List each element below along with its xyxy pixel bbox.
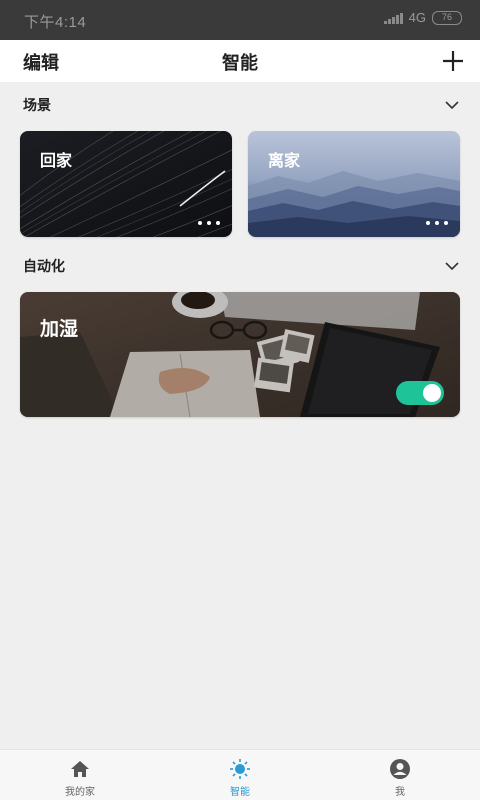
automation-section-label: 自动化 bbox=[23, 259, 65, 275]
nav-item-smart[interactable]: 智能 bbox=[160, 750, 320, 800]
scene-card-home[interactable]: 回家 bbox=[20, 131, 232, 237]
signal-icon bbox=[383, 12, 403, 24]
toggle-knob bbox=[423, 384, 441, 402]
sun-icon bbox=[230, 759, 250, 779]
scene-card-away[interactable]: 离家 bbox=[248, 131, 460, 237]
network-type: 4G bbox=[408, 10, 426, 25]
status-bar: 下午4:14 4G 76 bbox=[0, 0, 480, 40]
status-indicators: 4G 76 bbox=[383, 10, 462, 25]
desk-image bbox=[20, 292, 460, 417]
nav-item-label: 我的家 bbox=[65, 787, 95, 798]
nav-item-label: 智能 bbox=[230, 787, 250, 798]
automation-section-header[interactable]: 自动化 bbox=[0, 251, 480, 281]
home-icon bbox=[71, 761, 89, 777]
nav-item-label: 我 bbox=[395, 787, 405, 798]
chevron-down-icon[interactable] bbox=[444, 258, 460, 274]
chevron-down-icon[interactable] bbox=[444, 97, 460, 113]
status-time: 下午4:14 bbox=[24, 14, 87, 31]
user-icon bbox=[390, 759, 410, 779]
top-header: 编辑 智能 bbox=[0, 40, 480, 82]
nav-item-my-home[interactable]: 我的家 bbox=[0, 750, 160, 800]
scene-card-label: 回家 bbox=[40, 151, 73, 170]
bottom-navigation: 我的家 智能 我 bbox=[0, 749, 480, 800]
plus-icon[interactable] bbox=[442, 50, 464, 72]
scene-card-label: 离家 bbox=[268, 151, 301, 170]
automation-card-label: 加湿 bbox=[40, 318, 79, 340]
battery-icon: 76 bbox=[432, 10, 462, 25]
automation-toggle[interactable] bbox=[396, 381, 444, 405]
battery-level: 76 bbox=[441, 12, 452, 22]
more-options-icon[interactable] bbox=[426, 221, 448, 225]
scenes-section-label: 场景 bbox=[23, 98, 51, 114]
more-options-icon[interactable] bbox=[198, 221, 220, 225]
nav-item-me[interactable]: 我 bbox=[320, 750, 480, 800]
automation-card-humidify[interactable]: 加湿 bbox=[20, 292, 460, 417]
scenes-section-header[interactable]: 场景 bbox=[0, 90, 480, 120]
page-title: 智能 bbox=[222, 53, 258, 74]
